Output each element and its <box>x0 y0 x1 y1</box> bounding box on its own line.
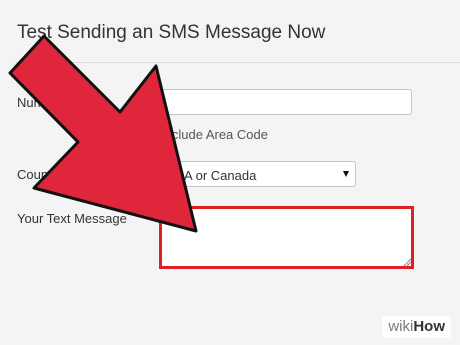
country-select-value: USA or Canada <box>166 168 257 183</box>
form-title: Test Sending an SMS Message Now <box>17 22 326 43</box>
wikihow-watermark: wikiHow <box>382 316 451 338</box>
title-divider <box>15 62 460 63</box>
resize-grip-icon[interactable] <box>403 258 411 266</box>
country-select[interactable]: USA or Canada <box>159 161 356 187</box>
message-textarea[interactable] <box>159 206 414 269</box>
number-input[interactable] <box>159 89 412 115</box>
watermark-how: How <box>413 318 445 335</box>
watermark-wiki: wiki <box>388 318 414 335</box>
chevron-down-icon <box>343 171 349 177</box>
sms-form-panel: Test Sending an SMS Message Now Number I… <box>0 0 460 345</box>
message-label: Your Text Message <box>17 211 127 226</box>
number-label: Number <box>17 95 64 110</box>
country-label: Country of Recipient <box>17 167 135 182</box>
number-help-text: Include Area Code <box>161 127 268 142</box>
